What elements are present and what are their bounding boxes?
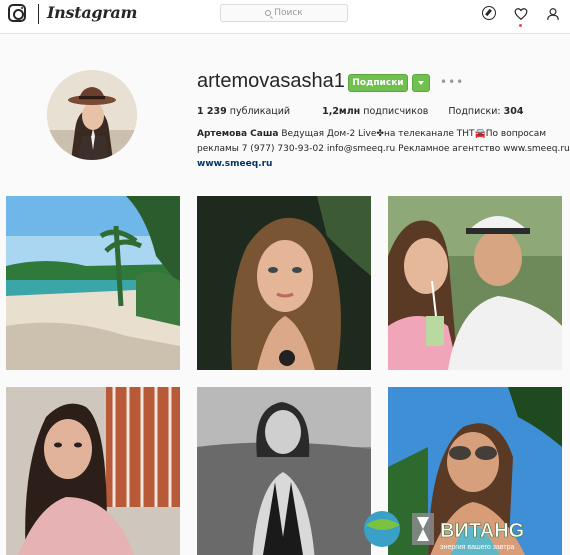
bio-phone: 7 (977) 730-93-02	[241, 144, 324, 154]
post-thumbnail[interactable]	[197, 196, 371, 370]
more-options-icon[interactable]: •••	[440, 76, 464, 88]
watermark-logo: ВИТАНG энергия вашего завтра	[360, 503, 570, 555]
logo-divider	[38, 4, 39, 24]
user-icon[interactable]	[546, 6, 560, 20]
watermark-brand: ВИТАНG	[440, 520, 524, 542]
instagram-wordmark[interactable]: Instagram	[47, 3, 137, 22]
bio-line-1: Артемова Саша Ведущая Дом-2 Live✤на теле…	[197, 129, 546, 139]
post-thumbnail[interactable]	[6, 387, 180, 555]
instagram-logo-icon[interactable]	[8, 4, 26, 22]
followers-count[interactable]: 1,2млн подписчиков	[322, 106, 428, 117]
following-count[interactable]: Подписки: 304	[448, 106, 523, 117]
heart-icon[interactable]	[514, 6, 528, 21]
bio-site: www.smeeq.ru	[503, 144, 570, 154]
search-icon	[265, 10, 272, 16]
post-thumbnail[interactable]	[388, 196, 562, 370]
search-placeholder: Поиск	[274, 8, 303, 18]
bio-full-name: Артемова Саша	[197, 129, 279, 139]
bio-text: Ведущая Дом-2 Live✤на телеканале ТНТ🚘По …	[278, 129, 547, 139]
search-input[interactable]: Поиск	[220, 4, 348, 22]
bio-line-2: рекламы 7 (977) 730-93-02 info@smeeq.ru …	[197, 144, 570, 154]
follow-options-dropdown-button[interactable]	[412, 74, 430, 92]
notification-dot	[519, 24, 522, 27]
profile-username: artemovasasha1	[197, 70, 345, 92]
compass-icon[interactable]	[482, 6, 496, 20]
profile-stats: 1 239 публикаций 1,2млн подписчиков Подп…	[197, 106, 523, 117]
avatar[interactable]	[47, 70, 137, 160]
post-thumbnail[interactable]	[6, 196, 180, 370]
following-button[interactable]: Подписки	[348, 74, 408, 92]
profile-website-link[interactable]: www.smeeq.ru	[197, 159, 272, 169]
watermark-tagline: энергия вашего завтра	[440, 544, 514, 551]
post-thumbnail[interactable]	[197, 387, 371, 555]
top-navigation-bar: Instagram Поиск	[0, 0, 570, 34]
posts-count[interactable]: 1 239 публикаций	[197, 106, 290, 117]
